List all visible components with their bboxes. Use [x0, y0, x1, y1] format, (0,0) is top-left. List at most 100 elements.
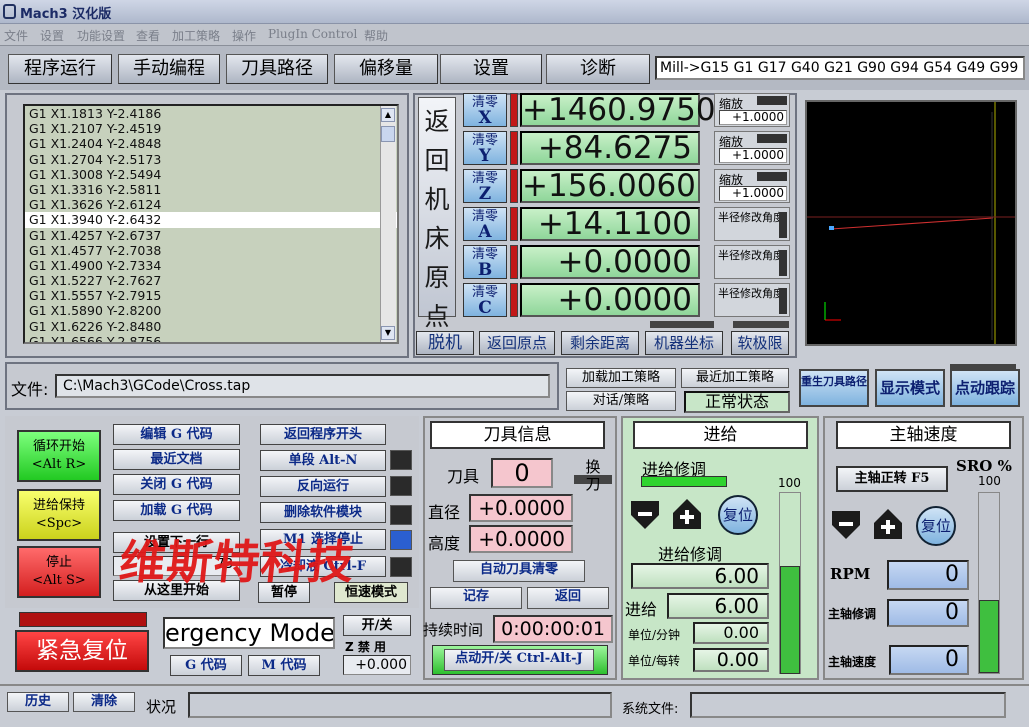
scale-value[interactable]: +1.0000 — [719, 186, 787, 201]
goto-zero-button[interactable]: 返回原点 — [479, 331, 555, 355]
z-inhibit-toggle[interactable]: 开/关 — [343, 615, 411, 636]
load-gcode-button[interactable]: 加载 G 代码 — [113, 500, 240, 521]
menu-help[interactable]: 帮助 — [364, 27, 388, 44]
jog-toggle-button[interactable]: 点动开/关 Ctrl-Alt-J — [444, 649, 594, 671]
soft-limits-button[interactable]: 软极限 — [731, 331, 789, 355]
z-inhibit-value[interactable]: +0.000 — [343, 655, 411, 675]
menu-view[interactable]: 查看 — [136, 27, 160, 44]
clear-button[interactable]: 清除 — [73, 692, 135, 712]
menu-wizard[interactable]: 加工策略 — [172, 27, 220, 44]
radius-correction-box[interactable]: 半径修改角度 — [714, 245, 790, 279]
tool-diameter-field[interactable]: +0.0000 — [469, 494, 573, 522]
stop-button[interactable]: 停止 <Alt S> — [17, 546, 101, 598]
gcode-line[interactable]: G1 X1.5890 Y-2.8200 — [25, 303, 397, 318]
feed-decrease-button[interactable] — [628, 497, 662, 531]
edit-gcode-button[interactable]: 编辑 G 代码 — [113, 424, 240, 445]
auto-tool-zero-button[interactable]: 自动刀具清零 — [453, 560, 585, 582]
gcode-line[interactable]: G1 X1.2107 Y-2.4519 — [25, 121, 397, 136]
gcode-line[interactable]: G1 X1.3940 Y-2.6432 — [25, 212, 397, 228]
gcode-line[interactable]: G1 X1.6566 Y-2.8756 — [25, 334, 397, 342]
feed-reset-button[interactable]: 复位 — [718, 495, 758, 535]
tab-toolpath[interactable]: 刀具路径 — [226, 54, 328, 84]
dro-a[interactable]: +14.1100 — [520, 207, 700, 241]
zero-y-button[interactable]: 清零 Y — [463, 131, 507, 165]
remember-button[interactable]: 记存 — [430, 587, 522, 609]
scroll-up-icon[interactable]: ▲ — [381, 108, 395, 122]
spindle-override-slider[interactable] — [979, 600, 999, 673]
reverse-run-button[interactable]: 反向运行 — [260, 476, 386, 497]
dro-x[interactable]: +1460.9750 — [520, 93, 716, 127]
gcode-line[interactable]: G1 X1.5557 Y-2.7915 — [25, 288, 397, 303]
dro-z[interactable]: +156.0060 — [520, 169, 700, 203]
gcode-line[interactable]: G1 X1.6226 Y-2.8480 — [25, 319, 397, 334]
dro-y[interactable]: +84.6275 — [520, 131, 700, 165]
zero-b-button[interactable]: 清零 B — [463, 245, 507, 279]
scale-value[interactable]: +1.0000 — [719, 148, 787, 163]
tool-number-field[interactable]: 0 — [491, 458, 553, 488]
feed-hold-button[interactable]: 进给保持 <Spc> — [17, 489, 101, 541]
reset-button[interactable]: 紧急复位 — [15, 630, 149, 672]
last-wizard-button[interactable]: 最近加工策略 — [681, 368, 789, 388]
mcodes-button[interactable]: M 代码 — [248, 655, 320, 676]
gcode-line[interactable]: G1 X1.3316 Y-2.5811 — [25, 182, 397, 197]
rpm-field[interactable]: 0 — [887, 560, 969, 590]
menu-function-config[interactable]: 功能设置 — [77, 27, 125, 44]
dro-b[interactable]: +0.0000 — [520, 245, 700, 279]
dist-to-go-button[interactable]: 剩余距离 — [561, 331, 639, 355]
gcode-line[interactable]: G1 X1.2404 Y-2.4848 — [25, 136, 397, 151]
spindle-decrease-button[interactable] — [829, 507, 863, 541]
tab-offsets[interactable]: 偏移量 — [334, 54, 438, 84]
zero-z-button[interactable]: 清零 Z — [463, 169, 507, 203]
offline-button[interactable]: 脱机 — [416, 331, 474, 355]
dro-c[interactable]: +0.0000 — [520, 283, 700, 317]
single-block-button[interactable]: 单段 Alt-N — [260, 450, 386, 471]
feed-rate-field[interactable]: 6.00 — [667, 593, 769, 619]
tab-settings[interactable]: 设置 — [440, 54, 542, 84]
zero-c-button[interactable]: 清零 C — [463, 283, 507, 317]
machine-coords-button[interactable]: 机器坐标 — [645, 331, 723, 355]
spindle-cw-button[interactable]: 主轴正转 F5 — [836, 466, 948, 492]
gcode-list[interactable]: G1 X1.1813 Y-2.4186 G1 X1.2107 Y-2.4519 G1… — [23, 104, 399, 344]
menu-config[interactable]: 设置 — [40, 27, 64, 44]
jog-follow-button[interactable]: 点动跟踪 — [950, 369, 1020, 407]
radius-correction-box[interactable]: 半径修改角度 — [714, 283, 790, 317]
block-delete-button[interactable]: 删除软件模块 — [260, 502, 386, 523]
rewind-button[interactable]: 返回程序开头 — [260, 424, 386, 445]
gcodes-button[interactable]: G 代码 — [170, 655, 242, 676]
scroll-down-icon[interactable]: ▼ — [381, 326, 395, 340]
gcode-line[interactable]: G1 X1.3626 Y-2.6124 — [25, 197, 397, 212]
gcode-scrollbar[interactable]: ▲ ▼ — [380, 106, 396, 342]
return-button[interactable]: 返回 — [527, 587, 609, 609]
feed-override-slider[interactable] — [780, 566, 800, 674]
gcode-line[interactable]: G1 X1.4257 Y-2.6737 — [25, 228, 397, 243]
display-mode-button[interactable]: 显示模式 — [875, 369, 945, 407]
gcode-line[interactable]: G1 X1.3008 Y-2.5494 — [25, 167, 397, 182]
scale-value[interactable]: +1.0000 — [719, 110, 787, 125]
load-wizards-button[interactable]: 加载加工策略 — [566, 368, 676, 388]
recent-file-button[interactable]: 最近文档 — [113, 449, 240, 470]
spindle-reset-button[interactable]: 复位 — [916, 506, 956, 546]
regen-toolpath-button[interactable]: 重生刀具路径 — [799, 369, 869, 407]
tab-diagnostics[interactable]: 诊断 — [546, 54, 650, 84]
toolpath-display[interactable] — [805, 100, 1017, 346]
cycle-start-button[interactable]: 循环开始 <Alt R> — [17, 430, 101, 482]
gcode-line[interactable]: G1 X1.2704 Y-2.5173 — [25, 152, 397, 167]
spindle-increase-button[interactable] — [871, 507, 905, 541]
gcode-line[interactable]: G1 X1.4577 Y-2.7038 — [25, 243, 397, 258]
feed-increase-button[interactable] — [670, 497, 704, 531]
tool-height-field[interactable]: +0.0000 — [469, 525, 573, 553]
gcode-line[interactable]: G1 X1.1813 Y-2.4186 — [25, 106, 397, 121]
scroll-thumb[interactable] — [381, 126, 395, 142]
ref-all-home-button[interactable]: 返 回 机 床 原 点 — [418, 97, 456, 331]
menu-plugin-control[interactable]: PlugIn Control — [268, 27, 357, 41]
close-gcode-button[interactable]: 关闭 G 代码 — [113, 474, 240, 495]
history-button[interactable]: 历史 — [7, 692, 69, 712]
conversational-button[interactable]: 对话/策略 — [566, 391, 676, 411]
zero-x-button[interactable]: 清零 X — [463, 93, 507, 127]
fro-field[interactable]: 6.00 — [631, 563, 769, 589]
menu-operator[interactable]: 操作 — [232, 27, 256, 44]
menu-file[interactable]: 文件 — [4, 27, 28, 44]
tab-program-run[interactable]: 程序运行 — [8, 54, 112, 84]
tab-mdi[interactable]: 手动编程 — [118, 54, 220, 84]
zero-a-button[interactable]: 清零 A — [463, 207, 507, 241]
